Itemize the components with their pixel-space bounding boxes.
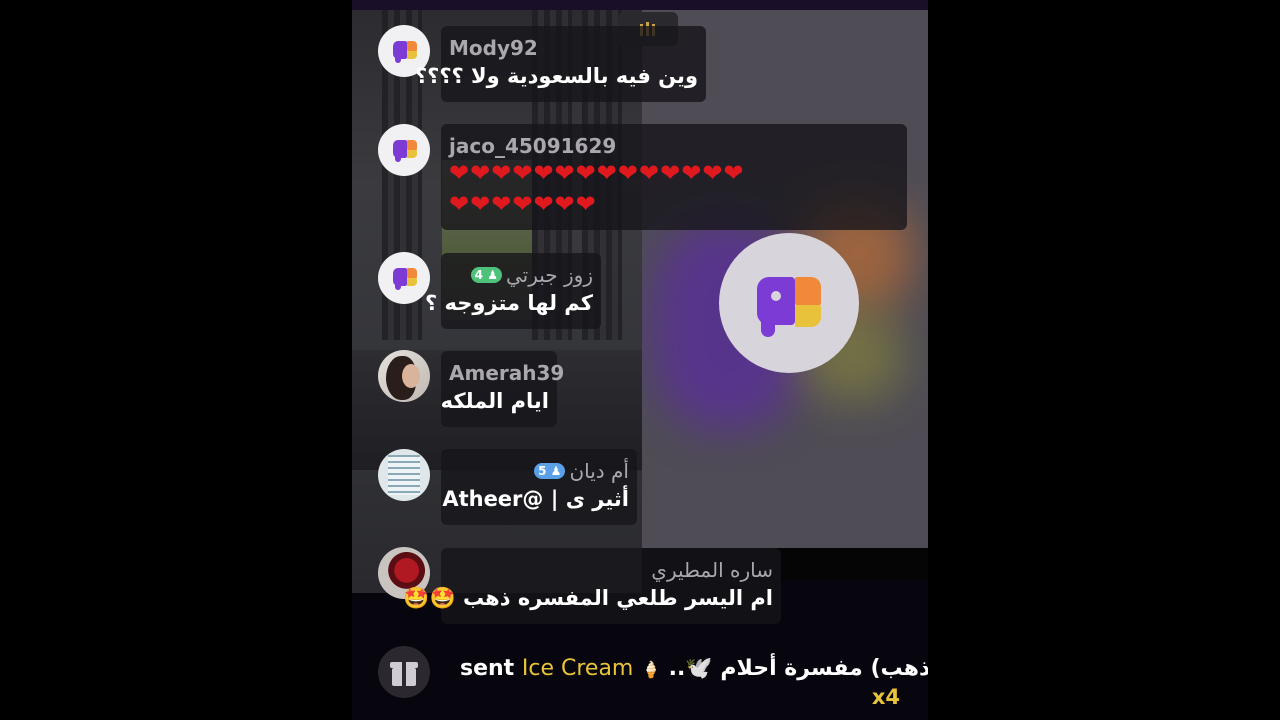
ice-cream-icon: 🍦 — [641, 660, 661, 679]
comment-message: ام اليسر طلعي المفسره ذهب 🤩🤩 — [403, 586, 773, 610]
comment-bubble: زوز جبرتي ♟ 4 كم لها متزوجه ؟ — [425, 253, 601, 329]
comment-username-row[interactable]: ساره المطيري — [449, 558, 773, 582]
comment-bubble: ساره المطيري ام اليسر طلعي المفسره ذهب 🤩… — [403, 548, 781, 624]
comment-username-row[interactable]: أم ديان ♟ 5 — [449, 459, 629, 483]
top-bar — [352, 0, 928, 10]
comment-username[interactable]: أم ديان — [569, 459, 629, 483]
comment-message: أثير ى | @Atheer — [442, 487, 629, 511]
comment-username[interactable]: Mody92 — [449, 36, 698, 60]
comment-username[interactable]: Amerah39 — [449, 361, 564, 385]
gift-label: sent — [460, 656, 515, 681]
level-badge: ♟ 5 — [534, 463, 566, 479]
comment-bubble: Mody92 وين فيه بالسعودية ولا ؟؟؟؟ — [415, 26, 706, 102]
heart-emoji-line: ❤❤❤❤❤❤❤ — [449, 190, 597, 218]
comment-username[interactable]: زوز جبرتي — [506, 263, 593, 287]
comment-username[interactable]: ساره المطيري — [651, 558, 773, 582]
comment-message: وين فيه بالسعودية ولا ؟؟؟؟ — [415, 64, 698, 88]
avatar[interactable] — [378, 252, 430, 304]
avatar[interactable] — [378, 124, 430, 176]
comment-bubble: jaco_45091629 ❤❤❤❤❤❤❤❤❤❤❤❤❤❤ ❤❤❤❤❤❤❤ — [441, 124, 907, 230]
comment-bubble: Amerah39 ايام الملكه — [440, 351, 564, 427]
live-stream-screen: Mody92 وين فيه بالسعودية ولا ؟؟؟؟ jaco_4… — [352, 0, 928, 720]
heart-emoji-line: ❤❤❤❤❤❤❤❤❤❤❤❤❤❤ — [449, 159, 745, 187]
comment-username-row[interactable]: زوز جبرتي ♟ 4 — [449, 263, 593, 287]
avatar[interactable] — [378, 449, 430, 501]
person-icon: ♟ — [487, 268, 498, 282]
comment-message: ايام الملكه — [440, 389, 549, 413]
gift-name: Ice Cream — [521, 656, 634, 681]
comment-message: كم لها متزوجه ؟ — [425, 291, 593, 315]
level-badge: ♟ 4 — [470, 267, 502, 283]
level-number: 4 — [474, 268, 484, 282]
gift-multiplier: x4 — [871, 685, 900, 709]
gift-event: sent Ice Cream 🍦 (ذهب) مفسرة أحلام 🕊️.. … — [460, 654, 928, 716]
gift-event-text: sent Ice Cream 🍦 (ذهب) مفسرة أحلام 🕊️.. — [460, 654, 928, 685]
app-logo-icon — [719, 233, 859, 373]
avatar[interactable] — [378, 350, 430, 402]
person-icon: ♟ — [550, 464, 562, 478]
gift-button[interactable] — [378, 646, 430, 698]
level-number: 5 — [538, 464, 547, 478]
gift-sender[interactable]: (ذهب) مفسرة أحلام 🕊️.. — [669, 656, 928, 681]
comment-bubble: أم ديان ♟ 5 أثير ى | @Atheer — [441, 449, 637, 525]
comment-username[interactable]: jaco_45091629 — [449, 134, 899, 158]
